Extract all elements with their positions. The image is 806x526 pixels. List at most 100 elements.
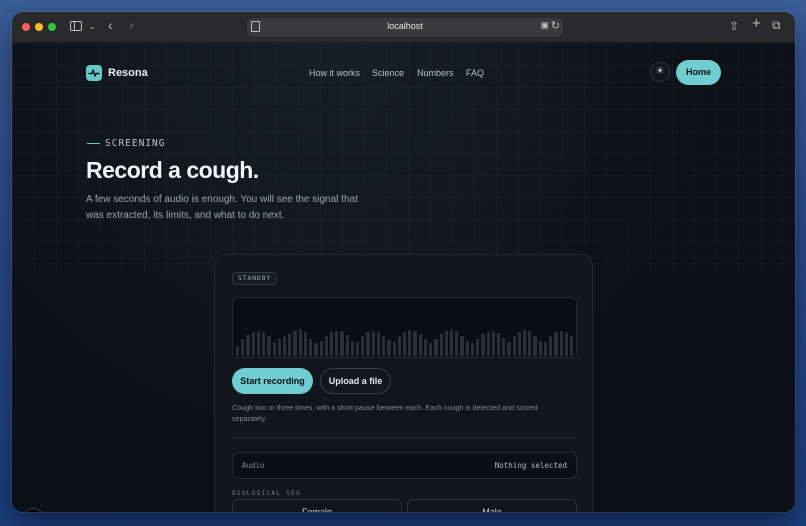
waveform-bar [236, 346, 240, 356]
waveform-bar [267, 336, 271, 356]
waveform-bar [403, 331, 407, 356]
waveform-bar [538, 340, 542, 356]
waveform-bar [345, 335, 349, 356]
waveform-bar [288, 333, 292, 356]
waveform-bar [272, 342, 276, 356]
waveform-bar [361, 336, 365, 356]
waveform-bar [502, 337, 506, 356]
waveform-bar [319, 340, 323, 356]
waveform-bar [460, 336, 464, 356]
waveform-bar [376, 332, 381, 356]
waveform-bar [543, 342, 548, 356]
url-text: localhost [387, 21, 423, 31]
waveform-bar [418, 333, 422, 356]
waveform-bar [496, 333, 501, 356]
nav-science[interactable]: Science [372, 68, 404, 78]
audio-value: Nothing selected [494, 461, 567, 470]
close-window-button[interactable] [22, 23, 30, 31]
address-bar[interactable]: localhost ▣ ↻ [247, 18, 563, 37]
waveform-bar [382, 335, 386, 356]
waveform-bar [314, 343, 318, 356]
waveform-bar [408, 330, 412, 356]
waveform-bar [481, 334, 485, 356]
waveform-bar [564, 331, 568, 356]
waveform-bar [444, 330, 448, 356]
waveform-bar [298, 329, 302, 356]
dev-tools-badge[interactable]: N [22, 508, 44, 512]
waveform-bar [429, 342, 433, 356]
waveform-bar [434, 339, 438, 356]
waveform-bar [486, 331, 490, 356]
home-button[interactable]: Home [676, 60, 721, 85]
nav-how-it-works[interactable]: How it works [309, 68, 360, 78]
audio-field[interactable]: Audio Nothing selected [232, 452, 577, 479]
sex-option-male[interactable]: Male [407, 499, 577, 512]
theme-toggle-button[interactable]: ☀ [650, 62, 670, 82]
browser-window: ⌄ ‹ › localhost ▣ ↻ ⇧ + ⧉ Resona How it … [12, 12, 795, 512]
waveform-bar [366, 332, 370, 356]
waveform-bar [413, 330, 417, 356]
logo-icon[interactable] [86, 65, 102, 81]
upload-file-button[interactable]: Upload a file [320, 368, 391, 394]
waveform-bar [251, 332, 255, 356]
eyebrow-line [87, 143, 100, 144]
audio-label: Audio [242, 461, 265, 470]
waveform-bar [277, 339, 281, 356]
waveform-bar [256, 330, 261, 356]
forward-icon[interactable]: › [129, 17, 134, 33]
status-badge: STANDBY [232, 272, 277, 285]
biological-sex-label: BIOLOGICAL SEX [232, 489, 301, 497]
waveform-bar [455, 331, 459, 356]
waveform-bar [387, 339, 391, 356]
waveform-bar [449, 330, 454, 356]
waveform-bar [554, 331, 558, 356]
waveform-bar [324, 336, 328, 356]
waveform-bar [439, 333, 443, 356]
brand-name[interactable]: Resona [108, 65, 148, 81]
waveform-bar [303, 332, 308, 356]
recording-hint: Cough two or three times, with a short p… [232, 403, 538, 423]
page: Resona How it works Science Numbers FAQ … [12, 43, 795, 512]
tab-overview-icon[interactable]: ⧉ [772, 17, 781, 33]
waveform-bar [533, 335, 537, 356]
nav-numbers[interactable]: Numbers [417, 68, 454, 78]
back-icon[interactable]: ‹ [108, 17, 113, 33]
minimize-window-button[interactable] [35, 23, 43, 31]
share-icon[interactable]: ⇧ [729, 18, 739, 34]
waveform-bar [293, 330, 297, 356]
page-subtitle: A few seconds of audio is enough. You wi… [86, 194, 358, 221]
waveform-bar [329, 332, 334, 356]
waveform-bar [356, 342, 360, 356]
waveform-bar [528, 331, 532, 356]
waveform-bar [523, 330, 527, 356]
waveform-bar [465, 341, 469, 356]
waveform-bar [423, 339, 428, 356]
new-tab-icon[interactable]: + [752, 16, 761, 32]
nav-faq[interactable]: FAQ [466, 68, 484, 78]
waveform-bar [309, 339, 313, 356]
waveform-bar [549, 336, 553, 356]
divider [232, 437, 577, 438]
waveform-display [232, 297, 577, 358]
waveform-bar [570, 336, 574, 356]
waveform-bar [392, 342, 396, 356]
waveform-bar [397, 336, 401, 356]
waveform-bar [559, 330, 563, 356]
waveform-bar [246, 335, 250, 356]
waveform-bar [241, 339, 245, 356]
waveform-bar [350, 340, 355, 356]
page-title: Record a cough. [86, 157, 259, 183]
waveform-bars [236, 328, 574, 356]
zoom-window-button[interactable] [48, 23, 56, 31]
sex-option-female[interactable]: Female [232, 499, 402, 512]
start-recording-button[interactable]: Start recording [232, 368, 313, 394]
section-eyebrow: SCREENING [105, 138, 166, 149]
reload-icon[interactable]: ↻ [551, 19, 560, 32]
waveform-bar [335, 330, 339, 356]
waveform-bar [512, 336, 516, 356]
sidebar-toggle-icon[interactable] [70, 21, 82, 31]
waveform-bar [507, 342, 511, 356]
translate-icon[interactable]: ▣ [540, 20, 549, 31]
waveform-bar [476, 338, 480, 356]
chevron-down-icon[interactable]: ⌄ [89, 19, 96, 35]
